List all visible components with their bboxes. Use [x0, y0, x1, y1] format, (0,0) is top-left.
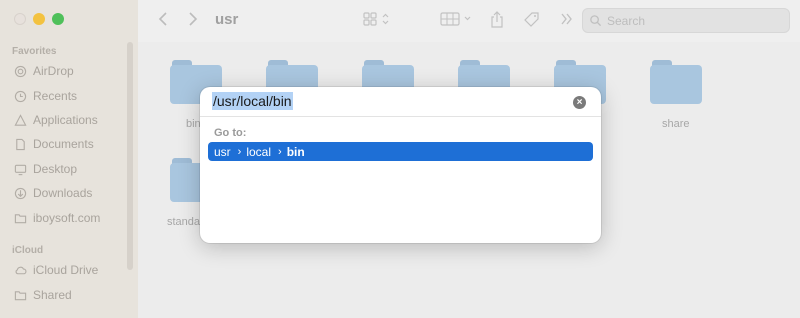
- sidebar: Favorites AirDrop Recents Applications D…: [0, 0, 138, 318]
- chevron-right-icon: [189, 12, 198, 26]
- path-segment: bin: [286, 144, 305, 159]
- path-input-row: /usr/local/bin ×: [200, 87, 601, 117]
- desktop-icon: [14, 164, 27, 175]
- search-field[interactable]: Search: [582, 8, 790, 33]
- download-icon: [14, 187, 27, 199]
- airdrop-icon: [14, 65, 27, 77]
- path-input-value: /usr/local/bin: [212, 92, 293, 110]
- sidebar-item-icloud-drive[interactable]: iCloud Drive: [14, 261, 98, 279]
- folder-label: bin: [186, 118, 201, 130]
- clock-icon: [14, 90, 27, 102]
- sidebar-item-shared[interactable]: Shared: [14, 286, 72, 304]
- sidebar-item-label: iboysoft.com: [33, 211, 101, 225]
- shared-folder-icon: [14, 290, 27, 300]
- sidebar-item-label: Recents: [33, 89, 78, 103]
- folder-icon: [14, 213, 27, 223]
- sidebar-item-label: Shared: [33, 288, 72, 302]
- path-input[interactable]: /usr/local/bin: [212, 92, 293, 110]
- path-segment: local: [246, 144, 272, 159]
- sidebar-item-applications[interactable]: Applications: [14, 111, 98, 129]
- window-controls: [14, 13, 64, 25]
- sidebar-item-label: Desktop: [33, 162, 78, 176]
- applications-icon: [14, 113, 27, 126]
- sidebar-section-favorites: Favorites: [12, 46, 57, 57]
- share-icon: [491, 11, 503, 28]
- tag-button[interactable]: [523, 11, 541, 35]
- sidebar-item-documents[interactable]: Documents: [14, 135, 94, 153]
- sidebar-item-recents[interactable]: Recents: [14, 87, 77, 105]
- sidebar-item-label: Downloads: [33, 186, 93, 200]
- forward-button[interactable]: [188, 11, 198, 33]
- sidebar-item-iboysoft[interactable]: iboysoft.com: [14, 209, 100, 227]
- window-title: usr: [215, 11, 239, 28]
- go-to-folder-dialog: /usr/local/bin × Go to: usr › local › bi…: [200, 87, 601, 243]
- sidebar-scrollbar[interactable]: [127, 42, 133, 270]
- sidebar-item-airdrop[interactable]: AirDrop: [14, 62, 74, 80]
- sidebar-item-label: AirDrop: [33, 64, 74, 78]
- search-placeholder: Search: [607, 13, 646, 28]
- document-icon: [16, 138, 25, 150]
- group-grid-icon: [440, 12, 471, 26]
- sidebar-item-label: Applications: [33, 113, 98, 127]
- chevron-left-icon: [158, 12, 167, 26]
- tag-icon: [524, 12, 539, 27]
- clear-path-button[interactable]: ×: [573, 96, 586, 109]
- close-window-button[interactable]: [14, 13, 26, 25]
- double-chevron-icon: [561, 13, 572, 25]
- path-suggestion-item[interactable]: usr › local › bin: [208, 142, 593, 161]
- chevron-right-icon: ›: [237, 145, 242, 158]
- folder-label: share: [662, 118, 690, 130]
- clear-icon: ×: [576, 97, 583, 108]
- sidebar-item-downloads[interactable]: Downloads: [14, 184, 92, 202]
- goto-label: Go to:: [214, 127, 247, 139]
- share-button[interactable]: [489, 11, 505, 35]
- cloud-icon: [15, 266, 27, 274]
- sidebar-item-desktop[interactable]: Desktop: [14, 160, 77, 178]
- back-button[interactable]: [158, 11, 168, 33]
- chevron-right-icon: ›: [278, 145, 282, 158]
- icon-view-icon: [363, 12, 389, 26]
- group-button[interactable]: [440, 11, 474, 33]
- folder-item[interactable]: [650, 60, 702, 104]
- folder-label: standa: [167, 216, 201, 228]
- path-segment: usr: [214, 144, 231, 159]
- zoom-window-button[interactable]: [52, 13, 64, 25]
- minimize-window-button[interactable]: [33, 13, 45, 25]
- search-icon: [590, 15, 602, 27]
- view-mode-button[interactable]: [362, 11, 392, 33]
- sidebar-item-label: iCloud Drive: [33, 263, 99, 277]
- sidebar-item-label: Documents: [33, 137, 94, 151]
- sidebar-section-icloud: iCloud: [12, 245, 44, 256]
- more-toolbar-button[interactable]: [560, 11, 574, 33]
